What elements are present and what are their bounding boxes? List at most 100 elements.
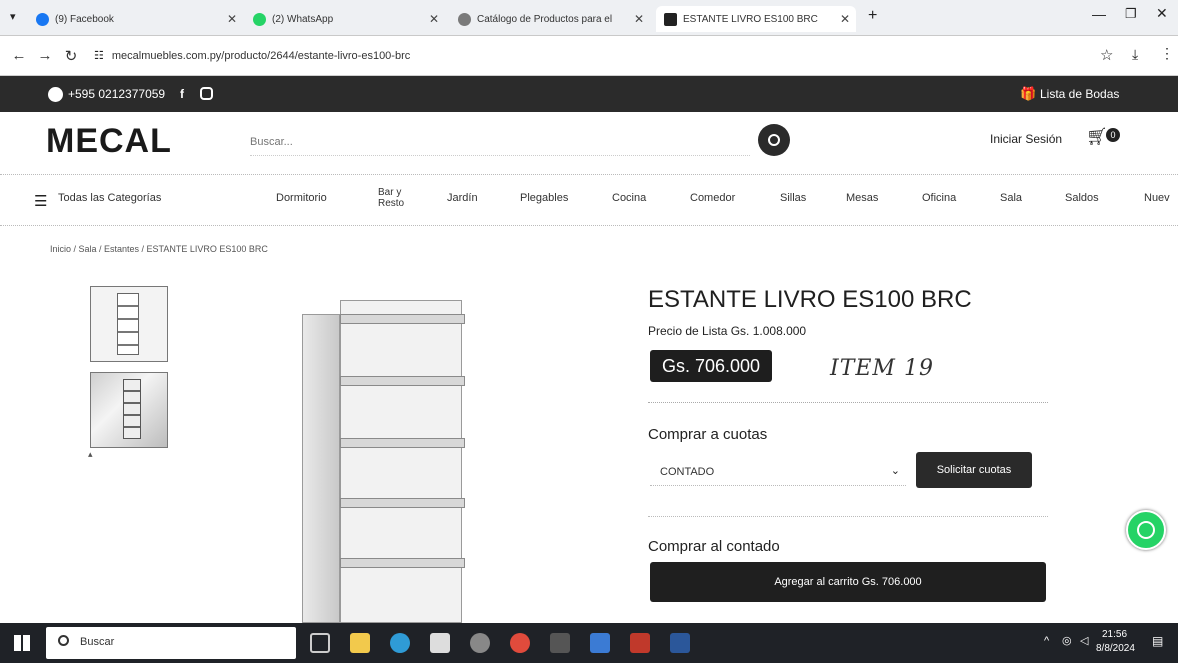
divider (648, 402, 1048, 403)
search-input[interactable] (250, 128, 750, 156)
divider (648, 516, 1048, 517)
category-bar-resto[interactable]: Bar y Resto (378, 187, 418, 209)
installment-select[interactable]: CONTADO ⌄ (650, 456, 906, 486)
close-tab-icon[interactable]: ✕ (227, 12, 237, 26)
download-icon[interactable]: ⤓ (1132, 46, 1138, 63)
top-contact-strip: +595 0212377059 f 🎁 Lista de Bodas (0, 76, 1178, 112)
word-icon[interactable] (670, 633, 690, 653)
site-header: MECAL Iniciar Sesión 🛒︎ 0 (0, 112, 1178, 174)
wedding-list-link[interactable]: Lista de Bodas (1040, 87, 1119, 101)
menu-icon[interactable]: ⋮ (1160, 45, 1174, 62)
catalog-icon (458, 12, 471, 26)
main-product-image[interactable] (300, 298, 480, 623)
back-icon[interactable]: ← (6, 47, 32, 64)
installments-heading: Comprar a cuotas (648, 426, 768, 443)
whatsapp-icon (253, 12, 266, 26)
whatsapp-icon[interactable] (48, 87, 63, 102)
category-nav: ☰ Todas las Categorías Dormitorio Bar y … (0, 174, 1178, 226)
cash-heading: Comprar al contado (648, 538, 780, 555)
browser-tabbar: ▾ (9) Facebook ✕ (2) WhatsApp ✕ Catálogo… (0, 0, 1178, 36)
maximize-icon[interactable]: ❐ (1125, 6, 1137, 22)
login-link[interactable]: Iniciar Sesión (990, 132, 1062, 146)
all-categories-link[interactable]: Todas las Categorías (58, 192, 161, 204)
category-nuevo[interactable]: Nuev (1144, 192, 1170, 204)
windows-taskbar: Buscar ^ ◎ ◁ 21:56 8/8/2024 ▤ (0, 623, 1178, 663)
tab-estante[interactable]: ESTANTE LIVRO ES100 BRC ✕ (656, 6, 856, 32)
notifications-icon[interactable]: ▤ (1152, 634, 1163, 648)
instagram-icon[interactable] (200, 87, 213, 100)
add-to-cart-button[interactable]: Agregar al carrito Gs. 706.000 (650, 562, 1046, 602)
network-icon[interactable]: ◎ (1062, 634, 1072, 647)
product-thumbnail-1[interactable] (90, 286, 168, 362)
url-field[interactable]: mecalmuebles.com.py/producto/2644/estant… (112, 50, 410, 62)
tray-chevron-icon[interactable]: ^ (1044, 635, 1049, 647)
clock-time[interactable]: 21:56 (1102, 629, 1127, 640)
price-badge: Gs. 706.000 (650, 350, 773, 382)
edge-icon[interactable] (390, 633, 410, 653)
cart-count-badge: 0 (1106, 128, 1120, 142)
category-sillas[interactable]: Sillas (780, 192, 806, 204)
tab-whatsapp[interactable]: (2) WhatsApp ✕ (245, 6, 445, 32)
phone-number[interactable]: +595 0212377059 (68, 87, 165, 101)
photos-icon[interactable] (590, 633, 610, 653)
pdf-reader-icon[interactable] (630, 633, 650, 653)
tab-label: ESTANTE LIVRO ES100 BRC (683, 13, 818, 25)
facebook-icon[interactable]: f (180, 87, 184, 101)
shelf-board (340, 558, 465, 568)
shelf-board (340, 314, 465, 324)
cart-icon[interactable]: 🛒︎ (1086, 127, 1108, 147)
new-tab-icon[interactable]: + (868, 7, 877, 25)
category-jardin[interactable]: Jardín (447, 192, 478, 204)
bookmark-star-icon[interactable]: ☆ (1100, 46, 1113, 64)
volume-icon[interactable]: ◁ (1080, 634, 1088, 647)
product-thumbnail-2[interactable] (90, 372, 168, 448)
store-icon[interactable] (430, 633, 450, 653)
clock-date[interactable]: 8/8/2024 (1096, 643, 1135, 654)
search-icon (58, 635, 69, 646)
file-explorer-icon[interactable] (350, 633, 370, 653)
hamburger-menu-icon[interactable]: ☰ (34, 192, 47, 210)
taskbar-search-label: Buscar (80, 636, 115, 648)
close-tab-icon[interactable]: ✕ (840, 12, 850, 26)
tab-label: (9) Facebook (55, 13, 114, 25)
settings-icon[interactable] (470, 633, 490, 653)
category-mesas[interactable]: Mesas (846, 192, 878, 204)
thumbnail-shelf-image (117, 293, 139, 355)
category-oficina[interactable]: Oficina (922, 192, 956, 204)
category-comedor[interactable]: Comedor (690, 192, 735, 204)
forward-icon[interactable]: → (32, 47, 58, 64)
product-title: ESTANTE LIVRO ES100 BRC (648, 286, 972, 313)
close-tab-icon[interactable]: ✕ (429, 12, 439, 26)
category-sala[interactable]: Sala (1000, 192, 1022, 204)
category-cocina[interactable]: Cocina (612, 192, 646, 204)
chrome-icon[interactable] (510, 633, 530, 653)
site-logo[interactable]: MECAL (46, 122, 172, 161)
mecal-icon (664, 12, 677, 26)
shelf-board (340, 498, 465, 508)
tab-list-icon[interactable]: ▾ (10, 10, 16, 23)
close-window-icon[interactable]: ✕ (1156, 5, 1168, 22)
shelf-back-panel (340, 300, 462, 623)
shelf-board (340, 438, 465, 448)
search-button[interactable] (758, 124, 790, 156)
category-saldos[interactable]: Saldos (1065, 192, 1099, 204)
calculator-icon[interactable] (550, 633, 570, 653)
site-info-icon[interactable]: ☷ (94, 49, 104, 62)
task-view-icon[interactable] (310, 633, 330, 653)
minimize-icon[interactable]: — (1092, 6, 1106, 22)
taskbar-search-box[interactable]: Buscar (46, 627, 296, 659)
tab-facebook[interactable]: (9) Facebook ✕ (28, 6, 243, 32)
breadcrumb[interactable]: Inicio / Sala / Estantes / ESTANTE LIVRO… (50, 244, 268, 254)
address-bar: ← → ↻ ☷ mecalmuebles.com.py/producto/264… (0, 36, 1178, 76)
request-installments-button[interactable]: Solicitar cuotas (916, 452, 1032, 488)
whatsapp-float-button[interactable] (1126, 510, 1166, 550)
installment-select-value: CONTADO (660, 466, 715, 478)
reload-icon[interactable]: ↻ (58, 47, 84, 65)
shelf-board (340, 376, 465, 386)
thumbnail-scroll-marker: ▴ (88, 449, 93, 459)
category-plegables[interactable]: Plegables (520, 192, 568, 204)
close-tab-icon[interactable]: ✕ (634, 12, 644, 26)
start-icon[interactable] (14, 635, 30, 651)
category-dormitorio[interactable]: Dormitorio (276, 192, 327, 204)
tab-catalog[interactable]: Catálogo de Productos para el ✕ (450, 6, 650, 32)
